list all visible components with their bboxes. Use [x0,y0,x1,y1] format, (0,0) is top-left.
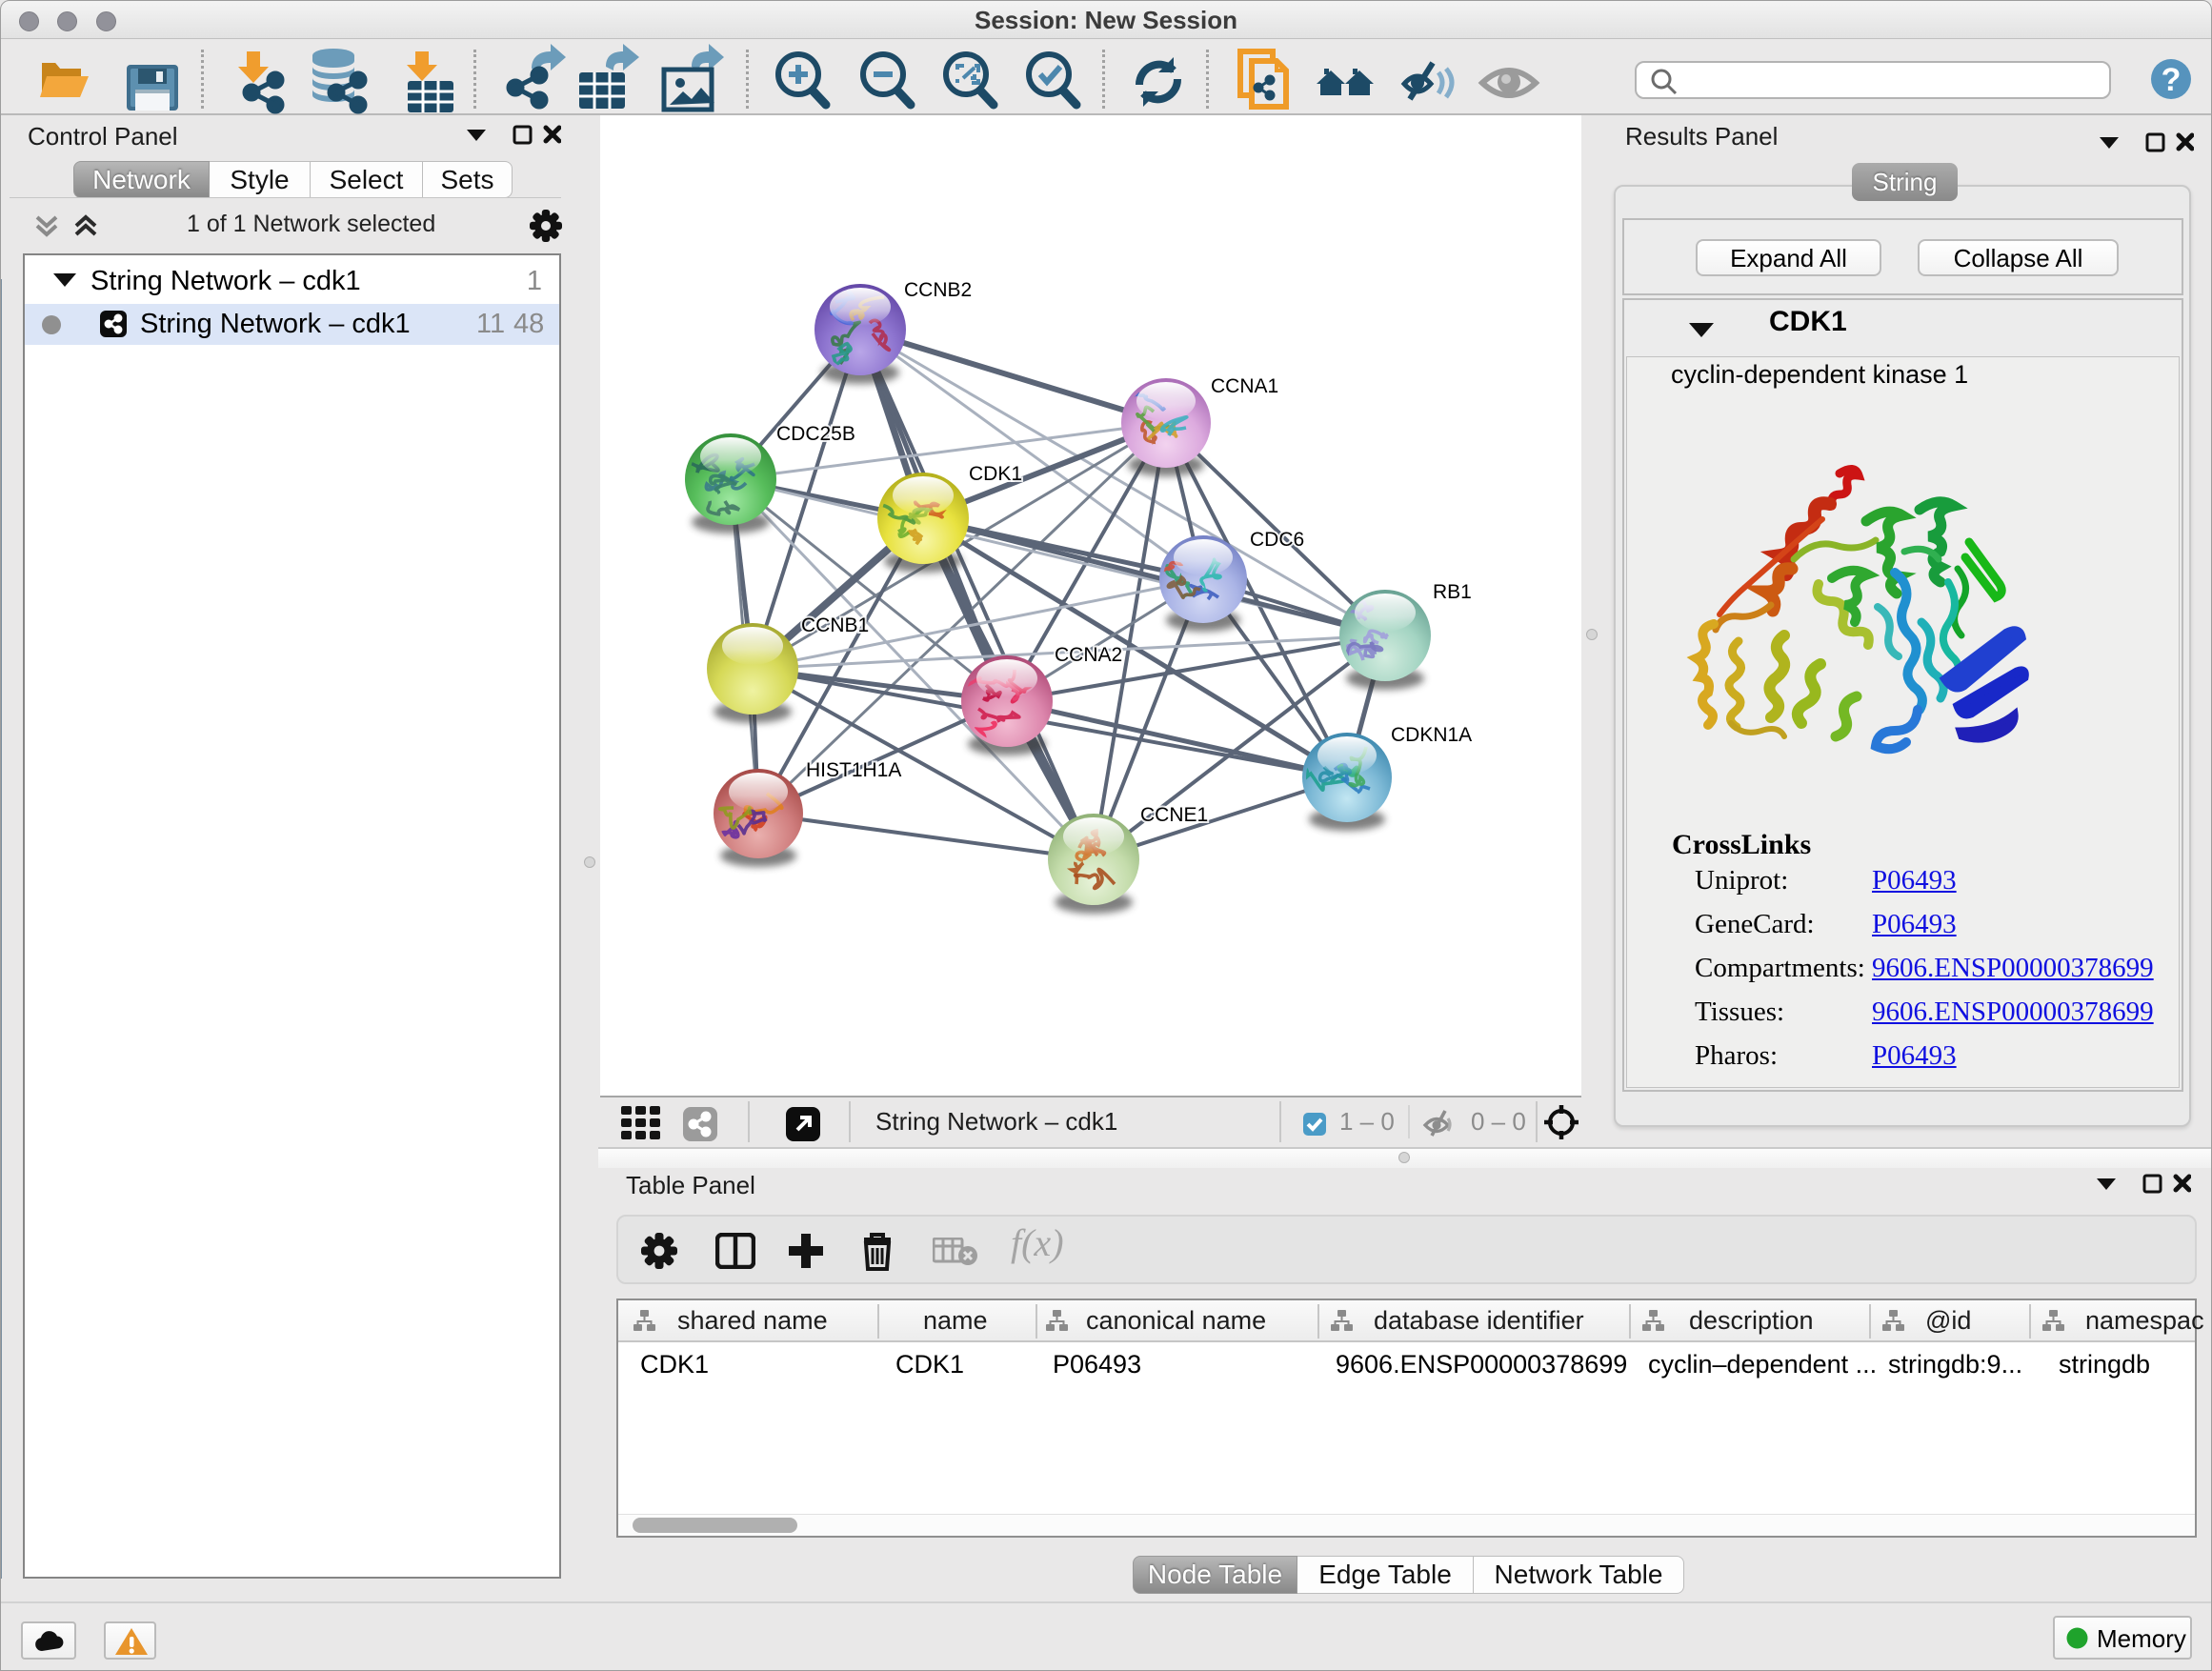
svg-text:CCNA1: CCNA1 [1211,375,1278,397]
svg-text:CDK1: CDK1 [969,463,1022,485]
svg-text:RB1: RB1 [1433,581,1472,603]
svg-text:CCNE1: CCNE1 [1140,804,1208,826]
svg-text:CCNB2: CCNB2 [904,279,972,301]
svg-text:CDC25B: CDC25B [776,423,855,445]
svg-text:CDKN1A: CDKN1A [1391,724,1472,746]
svg-text:HIST1H1A: HIST1H1A [806,759,901,781]
svg-text:CCNB1: CCNB1 [801,614,869,636]
svg-text:CDC6: CDC6 [1250,529,1304,551]
svg-text:?: ? [2162,62,2182,98]
svg-text:CCNA2: CCNA2 [1055,644,1122,666]
